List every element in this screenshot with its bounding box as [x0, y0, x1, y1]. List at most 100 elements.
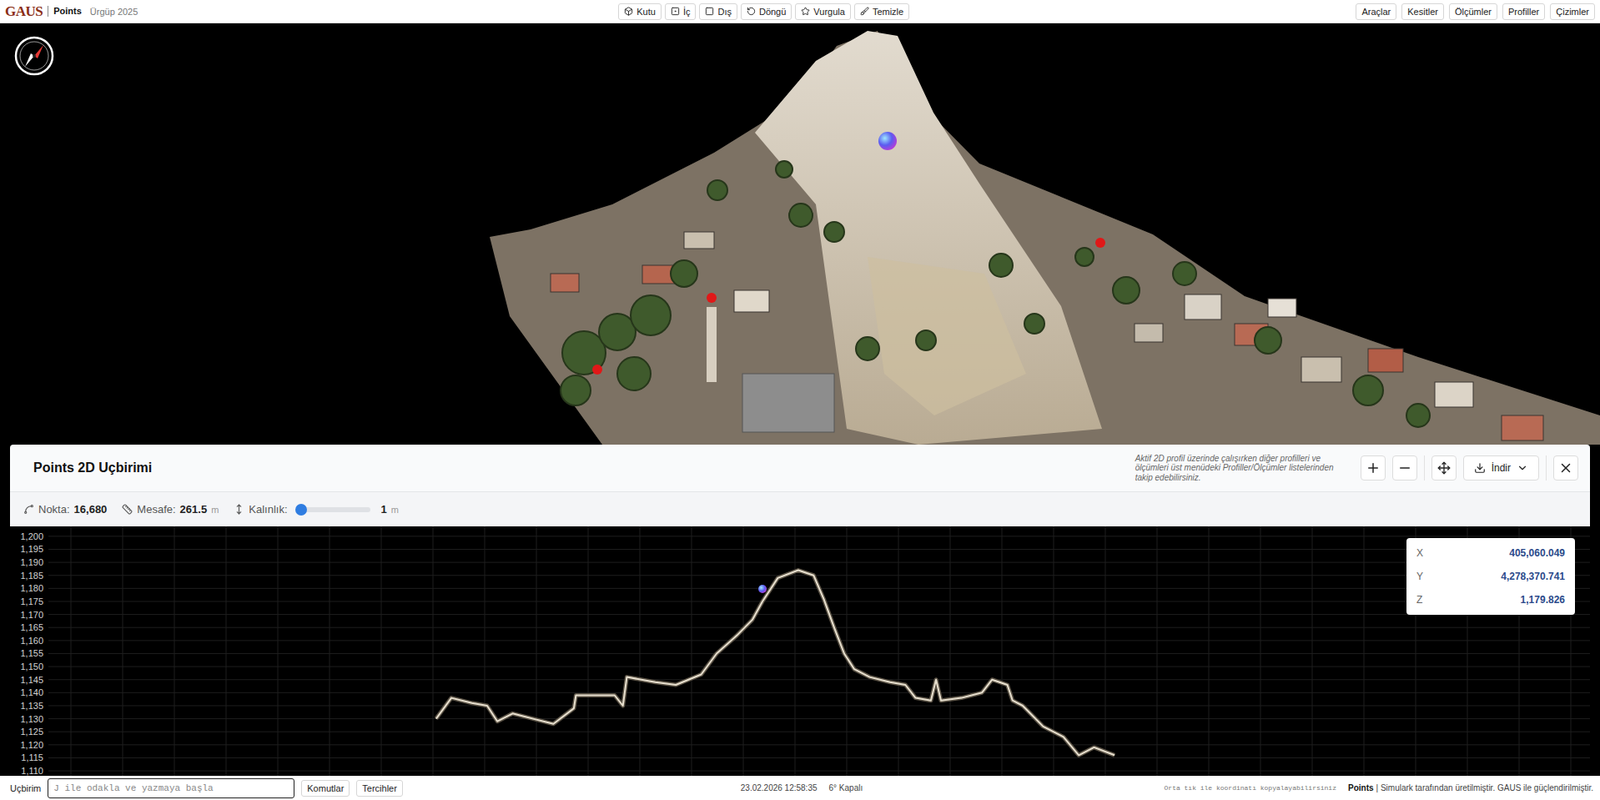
y-tick: 1,140: [20, 687, 44, 698]
y-tick: 1,125: [20, 726, 44, 737]
y-tick: 1,150: [20, 661, 44, 672]
move-icon: [1437, 461, 1451, 475]
tool-button[interactable]: Dış: [699, 3, 738, 21]
product-name: Points: [47, 5, 82, 17]
stats-row: Nokta:16,680 Mesafe:261.5m Kalınlık:1m: [10, 492, 1590, 527]
tool-button[interactable]: Döngü: [740, 3, 792, 21]
y-tick: 1,130: [20, 714, 44, 725]
close-icon: [1558, 460, 1574, 476]
tool-button[interactable]: İç: [664, 3, 697, 21]
status-bar: UçbirimKomutlarTercihler23.02.2026 12:58…: [0, 775, 1600, 800]
logo[interactable]: GAUS: [5, 3, 43, 21]
menu-button[interactable]: Profiller: [1502, 3, 1545, 21]
stat: Nokta:16,680: [23, 503, 107, 516]
marker-pin[interactable]: [706, 292, 717, 303]
tool-icon: [623, 6, 634, 16]
zoom-in-button[interactable]: [1360, 455, 1386, 481]
close-button[interactable]: [1553, 455, 1579, 481]
copy-hint: Orta tık ile koordinatı kopyalayabilirsi…: [1164, 784, 1337, 792]
tool-button[interactable]: Vurgula: [794, 3, 851, 21]
mosque: [742, 373, 835, 433]
tool-icon: [800, 6, 811, 16]
chevron-down-icon: [1516, 462, 1529, 474]
tool-button[interactable]: Kutu: [618, 3, 662, 21]
tool-icon: [704, 6, 715, 16]
panel-title: Points 2D Uçbirimi: [33, 460, 152, 476]
stat-icon: [121, 503, 133, 515]
fit-button[interactable]: [1431, 455, 1457, 481]
terminal-button[interactable]: Komutlar: [301, 779, 350, 797]
tool-button[interactable]: Temizle: [854, 3, 910, 21]
weather: 6° Kapalı: [829, 783, 864, 793]
terminal-button[interactable]: Tercihler: [356, 779, 403, 797]
tool-icon: [860, 6, 870, 16]
y-tick: 1,115: [20, 752, 44, 763]
stat-icon: [23, 503, 35, 515]
menu-button[interactable]: Çizimler: [1549, 3, 1595, 21]
coordinate-row: Z1,179.826: [1416, 588, 1565, 612]
profile-cursor[interactable]: [758, 584, 767, 594]
divider: [1423, 455, 1425, 481]
profile-plot[interactable]: [48, 526, 1590, 776]
datetime: 23.02.2026 12:58:35: [740, 783, 818, 793]
panel-header: Points 2D Uçbirimi Aktif 2D profil üzerin…: [10, 444, 1590, 493]
status-right: Orta tık ile koordinatı kopyalayabilirsi…: [870, 783, 1594, 793]
slider-thumb[interactable]: [295, 503, 307, 516]
project-name: Ürgüp 2025: [90, 6, 139, 17]
panel-hint: Aktif 2D profil üzerinde çalışırken diğe…: [1135, 453, 1344, 484]
profile-shadow: [436, 570, 1115, 756]
terminal-input[interactable]: [47, 778, 295, 799]
y-tick: 1,145: [20, 674, 44, 685]
thickness-control: Kalınlık:1m: [233, 503, 399, 516]
divider: [1545, 455, 1547, 481]
marker-pin[interactable]: [1095, 237, 1106, 248]
plot-area[interactable]: X405,060.049Y4,278,370.741Z1,179.826: [48, 526, 1590, 776]
profile-chart[interactable]: 1,2001,1951,1901,1851,1801,1751,1701,165…: [10, 526, 1590, 776]
profile-panel: Points 2D Uçbirimi Aktif 2D profil üzerin…: [0, 444, 1600, 776]
profile-line: [436, 570, 1115, 756]
compass[interactable]: [11, 33, 57, 79]
credit: Points| Simulark tarafından üretilmiştir…: [1348, 783, 1594, 793]
point-cloud-view[interactable]: [0, 23, 1600, 445]
brand: GAUS Points Ürgüp 2025: [5, 3, 172, 21]
coordinate-row: X405,060.049: [1416, 541, 1565, 565]
thickness-slider[interactable]: [298, 507, 371, 513]
thickness-icon: [233, 503, 245, 515]
y-tick: 1,185: [20, 570, 44, 581]
zoom-out-button[interactable]: [1392, 455, 1418, 481]
coordinate-row: Y4,278,370.741: [1416, 564, 1565, 589]
terminal: UçbirimKomutlarTercihler: [10, 778, 733, 799]
y-tick: 1,195: [20, 543, 44, 554]
y-tick: 1,200: [20, 531, 44, 542]
status-info: 23.02.2026 12:58:35 6° Kapalı: [740, 783, 863, 793]
cursor-sphere[interactable]: [878, 131, 897, 151]
menu-button[interactable]: Ölçümler: [1449, 3, 1498, 21]
y-tick: 1,120: [20, 739, 44, 750]
y-tick: 1,180: [20, 583, 44, 594]
scene[interactable]: [0, 23, 1600, 445]
y-tick: 1,165: [20, 622, 44, 633]
y-tick: 1,175: [20, 596, 44, 607]
y-tick: 1,110: [20, 765, 44, 776]
stat: Mesafe:261.5m: [121, 503, 219, 516]
y-tick: 1,135: [20, 700, 44, 711]
app: GAUS Points Ürgüp 2025 KutuİçDışDöngüVurgul…: [0, 0, 1600, 800]
y-tick: 1,170: [20, 609, 44, 620]
selection-tools: KutuİçDışDöngüVurgulaTemizle: [618, 3, 910, 21]
compass-icon: [11, 33, 57, 79]
coordinate-card: X405,060.049Y4,278,370.741Z1,179.826: [1406, 538, 1575, 615]
minaret: [706, 306, 717, 383]
town-cloud: [489, 30, 1600, 445]
download-icon: [1474, 462, 1486, 474]
tool-icon: [746, 6, 756, 16]
menu-button[interactable]: Araçlar: [1355, 3, 1397, 21]
menu-button[interactable]: Kesitler: [1401, 3, 1445, 21]
download-button[interactable]: İndir: [1463, 455, 1540, 481]
y-tick: 1,160: [20, 635, 44, 646]
marker-pin[interactable]: [592, 364, 603, 375]
panel-actions: İndir: [1360, 455, 1579, 481]
tool-icon: [670, 6, 680, 16]
y-tick: 1,155: [20, 648, 44, 659]
plus-icon: [1365, 460, 1381, 476]
minus-icon: [1397, 460, 1413, 476]
